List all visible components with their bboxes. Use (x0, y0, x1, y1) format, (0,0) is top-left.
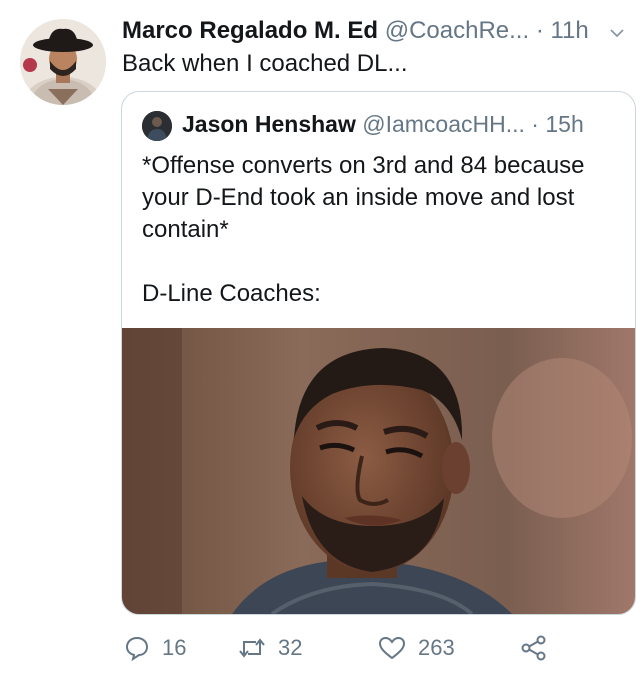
quoted-tweet-timestamp[interactable]: 15h (545, 111, 583, 137)
reply-count: 16 (162, 635, 187, 660)
chevron-down-icon[interactable] (608, 20, 626, 38)
quoted-tweet-image[interactable] (122, 328, 635, 614)
author-display-name[interactable]: Marco Regalado M. Ed (122, 17, 378, 44)
tweet-actions: 16 32 263 (122, 632, 622, 664)
quoted-author-avatar[interactable] (142, 111, 172, 141)
reply-button[interactable]: 16 (124, 632, 186, 664)
quoted-separator-dot: · (531, 111, 539, 137)
quoted-tweet-paragraph: *Offense converts on 3rd and 84 because … (142, 152, 585, 243)
separator-dot: · (535, 17, 544, 44)
tweet-text: Back when I coached DL... (122, 50, 408, 77)
quoted-author-display-name[interactable]: Jason Henshaw (182, 111, 356, 137)
comment-icon (125, 636, 149, 661)
quoted-tweet-paragraph: D-Line Coaches: (142, 280, 321, 307)
share-button[interactable] (520, 632, 560, 664)
author-avatar[interactable] (20, 19, 106, 105)
author-handle[interactable]: @CoachRe... (385, 17, 529, 44)
heart-icon (378, 636, 406, 660)
like-button[interactable]: 263 (378, 632, 455, 664)
retweet-icon (239, 638, 265, 658)
tweet-timestamp[interactable]: 11h (550, 17, 588, 44)
sad-man-meme-photo (122, 328, 635, 614)
tweet-header: Marco Regalado M. Ed @CoachRe... · 11h (122, 16, 632, 46)
retweet-count: 32 (278, 635, 303, 660)
quoted-tweet[interactable]: Jason Henshaw @IamcoacHH... · 15h *Offen… (121, 91, 636, 615)
quoted-tweet-text: *Offense converts on 3rd and 84 because … (142, 150, 622, 310)
share-icon (521, 635, 546, 661)
cowboy-hat-man-avatar (20, 19, 106, 105)
user-avatar (142, 111, 172, 141)
like-count: 263 (418, 635, 455, 660)
quoted-author-handle[interactable]: @IamcoacHH... (362, 111, 525, 137)
retweet-button[interactable]: 32 (238, 632, 302, 664)
